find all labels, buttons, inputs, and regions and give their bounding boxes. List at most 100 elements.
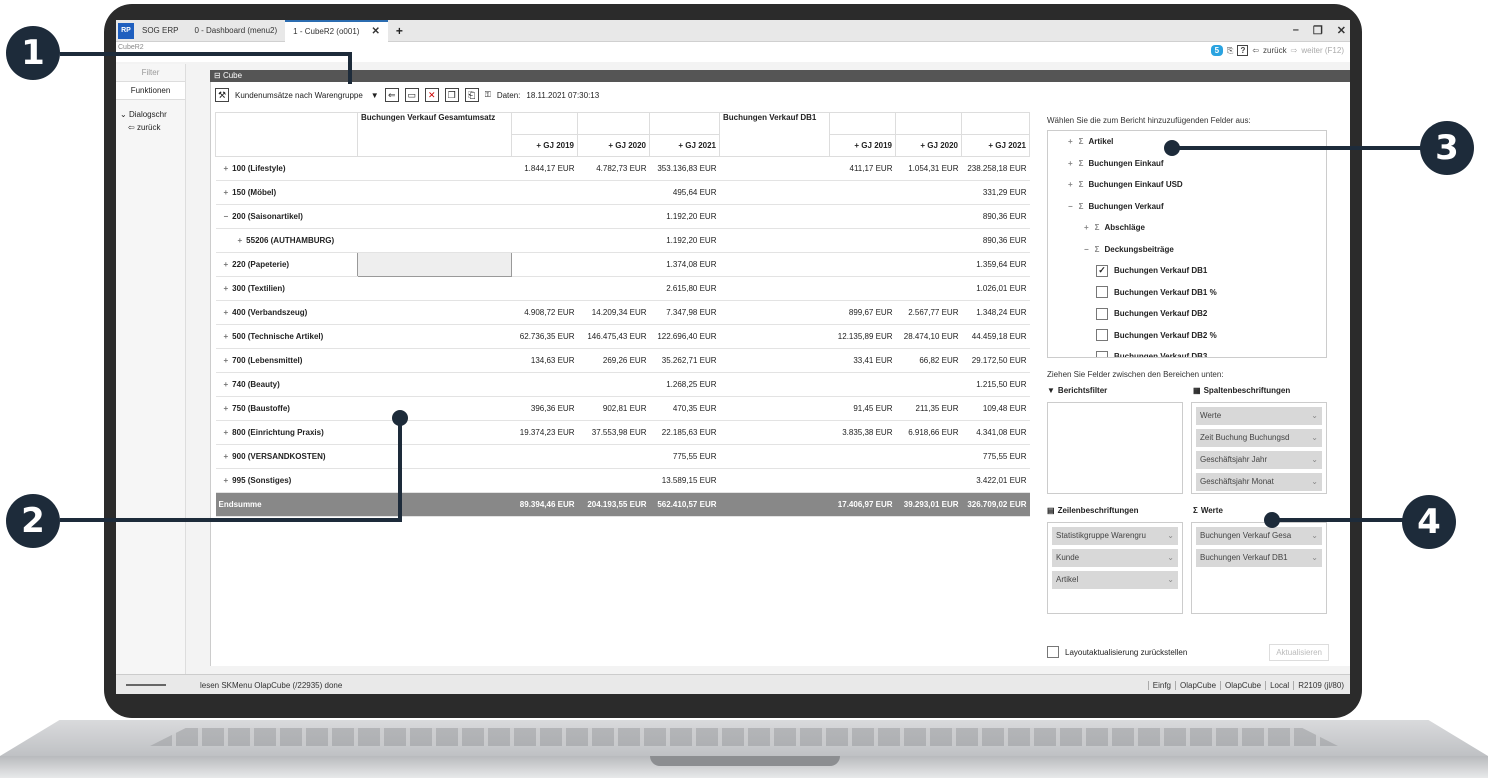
value-cell[interactable]: 19.374,23 EUR — [511, 420, 578, 445]
value-cell[interactable] — [577, 372, 650, 397]
measure1-empty-cell[interactable] — [357, 204, 512, 229]
value-cell[interactable]: 1.215,50 EUR — [961, 372, 1030, 397]
update-button[interactable]: Aktualisieren — [1269, 644, 1329, 661]
value-cell[interactable] — [829, 444, 896, 469]
value-cell[interactable]: 122.696,40 EUR — [649, 324, 720, 349]
dialog-node[interactable]: ⌄ Dialogschr — [116, 108, 186, 121]
value-cell[interactable]: 4.341,08 EUR — [961, 420, 1030, 445]
row-label[interactable]: +750 (Baustoffe) — [215, 396, 358, 421]
tab-dashboard[interactable]: 0 - Dashboard (menu2) — [186, 20, 285, 42]
chevron-down-icon[interactable]: ⌄ — [1167, 549, 1174, 567]
paste-icon[interactable]: ⎗ — [464, 88, 479, 102]
columns-area[interactable]: Werte ⌄ Zeit Buchung Buchungsd ⌄ Geschäftsja… — [1191, 402, 1327, 494]
dropdown-arrow-icon[interactable]: ▼ — [371, 91, 379, 100]
filter-area[interactable] — [1047, 402, 1183, 494]
expand-icon[interactable]: − — [224, 212, 229, 221]
chevron-down-icon[interactable]: ⌄ — [1167, 571, 1174, 589]
column-field-chip[interactable]: Geschäftsjahr Monat ⌄ — [1196, 473, 1322, 491]
value-cell[interactable]: 1.268,25 EUR — [649, 372, 720, 397]
hammer-icon[interactable]: ⚒ — [215, 88, 229, 102]
value-cell[interactable] — [511, 180, 578, 205]
value-cell[interactable]: 1.359,64 EUR — [961, 252, 1030, 277]
measure1-empty-cell[interactable] — [357, 300, 512, 325]
value-cell[interactable]: 1.054,31 EUR — [895, 156, 962, 181]
value-cell[interactable] — [511, 444, 578, 469]
measure2-empty-cell[interactable] — [719, 396, 830, 421]
expand-icon[interactable]: + — [238, 236, 243, 245]
expand-icon[interactable]: + — [1068, 180, 1073, 189]
close-tab-icon[interactable]: ✕ — [371, 26, 379, 37]
value-cell[interactable]: 62.736,35 EUR — [511, 324, 578, 349]
value-cell[interactable] — [577, 444, 650, 469]
value-cell[interactable]: 775,55 EUR — [649, 444, 720, 469]
value-cell[interactable]: 13.589,15 EUR — [649, 468, 720, 493]
measure1-empty-cell[interactable] — [357, 396, 512, 421]
chevron-down-icon[interactable]: ⌄ — [1311, 549, 1318, 567]
measure1-empty-cell[interactable] — [357, 468, 512, 493]
value-cell[interactable] — [577, 228, 650, 253]
tab-funktionen[interactable]: Funktionen — [116, 82, 185, 100]
measure1-empty-cell[interactable] — [357, 420, 512, 445]
row-label[interactable]: +900 (VERSANDKOSTEN) — [215, 444, 358, 469]
value-cell[interactable] — [895, 180, 962, 205]
value-cell[interactable]: 4.908,72 EUR — [511, 300, 578, 325]
field-tree-item[interactable]: + Σ Buchungen Einkauf USD — [1048, 174, 1326, 196]
expand-icon[interactable]: + — [224, 380, 229, 389]
value-cell[interactable] — [829, 252, 896, 277]
field-checkbox[interactable]: ✓ — [1096, 264, 1108, 277]
field-tree-item[interactable]: Buchungen Verkauf DB1 % — [1048, 282, 1326, 304]
value-cell[interactable]: 396,36 EUR — [511, 396, 578, 421]
value-cell[interactable]: 14.209,34 EUR — [577, 300, 650, 325]
value-cell[interactable] — [895, 252, 962, 277]
expand-icon[interactable]: − — [1068, 202, 1073, 211]
field-checkbox[interactable] — [1096, 329, 1108, 342]
value-cell[interactable]: 890,36 EUR — [961, 228, 1030, 253]
expand-icon[interactable]: + — [224, 476, 229, 485]
notification-badge[interactable]: 5 — [1210, 45, 1224, 56]
value-cell[interactable]: 1.192,20 EUR — [649, 204, 720, 229]
field-tree-item[interactable]: + Σ Buchungen Einkauf — [1048, 153, 1326, 175]
value-cell[interactable]: 495,64 EUR — [649, 180, 720, 205]
field-tree-item[interactable]: − Σ Buchungen Verkauf — [1048, 196, 1326, 218]
measure1-empty-cell[interactable] — [357, 324, 512, 349]
row-label[interactable]: +400 (Verbandszeug) — [215, 300, 358, 325]
value-cell[interactable]: 902,81 EUR — [577, 396, 650, 421]
field-tree-item[interactable]: − Σ Deckungsbeiträge — [1048, 239, 1326, 261]
value-cell[interactable] — [829, 228, 896, 253]
value-cell[interactable]: 146.475,43 EUR — [577, 324, 650, 349]
measure1-empty-cell[interactable] — [357, 228, 512, 253]
value-cell[interactable]: 29.172,50 EUR — [961, 348, 1030, 373]
chevron-down-icon[interactable]: ⌄ — [1311, 473, 1318, 491]
value-cell[interactable]: 211,35 EUR — [895, 396, 962, 421]
year-header[interactable]: + GJ 2019 — [511, 134, 578, 157]
value-cell[interactable] — [577, 276, 650, 301]
help-icon[interactable]: ? — [1237, 45, 1249, 56]
measure2-empty-cell[interactable] — [719, 204, 830, 229]
value-cell[interactable]: 134,63 EUR — [511, 348, 578, 373]
value-cell[interactable]: 28.474,10 EUR — [895, 324, 962, 349]
value-cell[interactable]: 3.422,01 EUR — [961, 468, 1030, 493]
values-area[interactable]: Buchungen Verkauf Gesa ⌄ Buchungen Verkauf… — [1191, 522, 1327, 614]
value-cell[interactable] — [895, 204, 962, 229]
measure2-empty-cell[interactable] — [719, 372, 830, 397]
key-icon[interactable]: ⚿ — [485, 90, 491, 100]
year-header[interactable]: + GJ 2020 — [577, 134, 650, 157]
expand-icon[interactable]: + — [1068, 159, 1073, 168]
value-cell[interactable]: 3.835,38 EUR — [829, 420, 896, 445]
expand-icon[interactable]: + — [224, 188, 229, 197]
row-label[interactable]: +100 (Lifestyle) — [215, 156, 358, 181]
expand-icon[interactable]: + — [224, 356, 229, 365]
value-cell[interactable]: 7.347,98 EUR — [649, 300, 720, 325]
measure1-empty-cell[interactable] — [357, 180, 512, 205]
measure2-empty-cell[interactable] — [719, 444, 830, 469]
value-cell[interactable]: 4.782,73 EUR — [577, 156, 650, 181]
row-field-chip[interactable]: Kunde ⌄ — [1052, 549, 1178, 567]
back-arrow-icon[interactable]: ⇦ — [1252, 46, 1259, 55]
row-label[interactable]: +220 (Papeterie) — [215, 252, 358, 277]
value-cell[interactable] — [829, 180, 896, 205]
value-cell[interactable] — [577, 252, 650, 277]
value-cell[interactable]: 269,26 EUR — [577, 348, 650, 373]
measure2-empty-cell[interactable] — [719, 420, 830, 445]
value-cell[interactable] — [895, 372, 962, 397]
measure2-empty-cell[interactable] — [719, 252, 830, 277]
